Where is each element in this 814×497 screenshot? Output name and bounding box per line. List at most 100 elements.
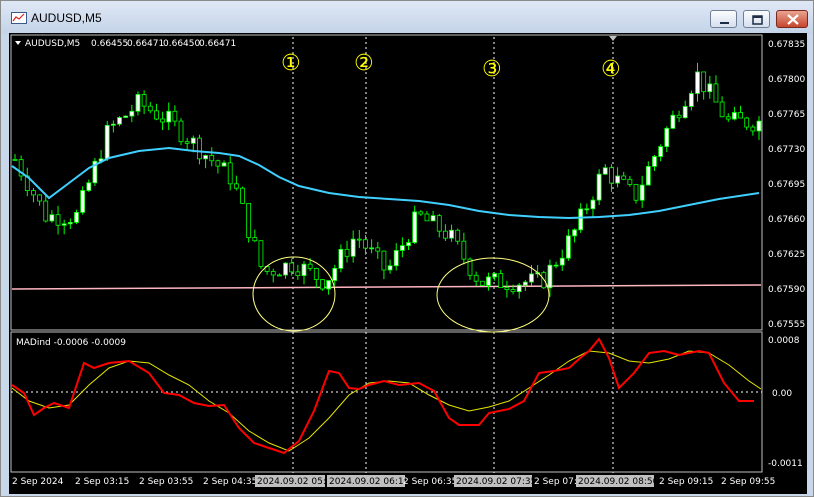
candle-body	[455, 229, 461, 242]
time-label: 2024.09.02 06:15	[329, 477, 409, 487]
candle-body	[590, 199, 596, 210]
candle-body	[252, 237, 258, 242]
indicator-label: 0.00	[772, 389, 792, 399]
candle-body	[529, 273, 534, 283]
candle-body	[615, 175, 620, 184]
candle-body	[233, 183, 239, 189]
price-label: 0.67590	[768, 285, 805, 295]
candle-body	[283, 262, 288, 276]
candle-body	[744, 117, 750, 128]
candle-body	[443, 230, 448, 239]
candle-body	[676, 114, 682, 119]
candle-body	[406, 242, 411, 247]
close-icon	[787, 14, 799, 25]
indicator-label: 0.0008	[768, 336, 800, 346]
candle-body	[141, 94, 147, 107]
candle-body	[117, 117, 122, 125]
chart-menu-arrow-icon[interactable]	[15, 41, 21, 45]
candle-body	[221, 162, 227, 167]
candle-body	[602, 167, 608, 175]
candle-body	[67, 222, 73, 225]
candle-body	[203, 155, 209, 160]
price-axis: 0.67835 0.67800 0.67765 0.67730 0.67695 …	[768, 40, 805, 330]
candle-body	[129, 110, 135, 117]
candle-body	[86, 182, 92, 191]
time-label: 2 Sep 09:15	[659, 477, 713, 487]
candle-body	[688, 93, 694, 107]
candle-body	[135, 94, 141, 112]
price-label: 0.67625	[768, 250, 805, 260]
minimize-button[interactable]	[710, 10, 737, 28]
candle-body	[701, 71, 707, 93]
candle-body	[522, 281, 528, 286]
candle-body	[197, 137, 202, 160]
candle-body	[516, 284, 522, 293]
candle-body	[430, 215, 436, 222]
price-label: 0.67555	[768, 320, 805, 330]
candle-body	[399, 245, 405, 251]
candle-body	[307, 263, 313, 269]
candle-body	[289, 262, 295, 273]
candle-body	[449, 229, 454, 239]
candle-body	[123, 115, 129, 118]
chart-area[interactable]: AUDUSD,M5 0.66455 0.66471 0.66450 0.6647…	[9, 33, 807, 494]
candle-body	[479, 280, 485, 286]
candle-body	[652, 156, 657, 167]
candle-body	[424, 213, 430, 222]
candle-body	[276, 274, 282, 277]
time-label: 2024.09.02 07:35	[456, 477, 536, 487]
candle-body	[541, 272, 547, 289]
chart-ohlc-close: 0.66471	[199, 39, 236, 49]
candle-body	[553, 264, 559, 267]
chart-window-icon	[11, 12, 27, 24]
candle-body	[166, 110, 172, 123]
candle-body	[412, 211, 418, 243]
candle-body	[313, 267, 319, 280]
candle-body	[473, 274, 479, 282]
candle-body	[215, 160, 221, 167]
candle-body	[387, 265, 393, 271]
support-line	[11, 284, 762, 290]
candle-body	[375, 247, 381, 252]
scroll-position-icon[interactable]	[609, 36, 617, 41]
candle-body	[369, 247, 375, 250]
candle-body	[338, 248, 344, 269]
candle-body	[750, 126, 756, 132]
time-label: 2024.09.02 05:3	[257, 477, 332, 487]
candle-body	[572, 229, 577, 237]
candle-body	[725, 116, 731, 120]
price-label: 0.67835	[768, 40, 805, 50]
candle-body	[160, 118, 165, 123]
candle-body	[332, 267, 338, 281]
candle-body	[461, 240, 467, 260]
candle-body	[584, 208, 590, 211]
candle-body	[645, 166, 651, 186]
candle-body	[172, 110, 178, 122]
candle-body	[240, 187, 245, 204]
candle-body	[621, 175, 627, 180]
candle-body	[190, 137, 196, 144]
marker-2: ②	[354, 51, 374, 76]
chart-ohlc-high: 0.66471	[127, 39, 164, 49]
candle-body	[80, 190, 86, 213]
price-label: 0.67765	[768, 110, 805, 120]
candle-body	[682, 106, 688, 119]
candle-body	[658, 146, 664, 157]
candle-body	[578, 208, 584, 231]
chart-ohlc-low: 0.66450	[163, 39, 200, 49]
candle-body	[565, 235, 571, 259]
title-bar[interactable]: AUDUSD,M5	[1, 1, 813, 34]
maximize-button[interactable]	[743, 10, 770, 28]
time-axis: 2 Sep 2024 2 Sep 03:15 2 Sep 03:55 2 Sep…	[12, 475, 775, 487]
candle-body	[37, 194, 42, 202]
candle-body	[627, 178, 633, 185]
price-label: 0.67660	[768, 215, 805, 225]
close-button[interactable]	[776, 10, 808, 28]
chart-window: AUDUSD,M5 AUDUSD,M5 0.66455 0.66471 0.66…	[0, 0, 814, 497]
candle-body	[670, 114, 676, 129]
candle-body	[344, 248, 350, 257]
candle-body	[492, 273, 498, 278]
candle-body	[74, 212, 79, 223]
indicator-name: MADind -0.0006 -0.0009	[16, 338, 126, 348]
candle-body	[393, 250, 399, 267]
